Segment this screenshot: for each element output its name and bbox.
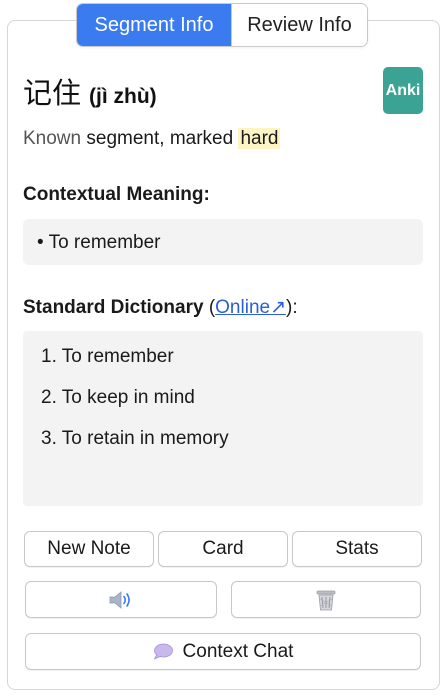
tab-bar: Segment Info Review Info (76, 3, 368, 47)
card-button[interactable]: Card (158, 531, 288, 567)
trash-icon (316, 590, 336, 610)
word-header: 记住 (jì zhù) (23, 70, 157, 112)
dictionary-paren-open: ( (203, 297, 216, 318)
context-chat-button[interactable]: Context Chat (25, 633, 421, 670)
tab-review-info[interactable]: Review Info (230, 4, 367, 46)
stats-button[interactable]: Stats (292, 531, 422, 567)
tab-segment-info[interactable]: Segment Info (77, 4, 231, 46)
anki-button[interactable]: Anki (383, 67, 423, 114)
play-audio-button[interactable] (25, 581, 217, 618)
contextual-meaning-box: • To remember (23, 219, 423, 265)
status-text: segment, marked (81, 128, 239, 149)
contextual-meaning-item: • To remember (37, 232, 161, 253)
segment-status: Known segment, marked hard (23, 128, 281, 150)
dictionary-definitions-box: 1. To remember 2. To keep in mind 3. To … (23, 331, 423, 506)
word-pinyin: (jì zhù) (89, 85, 157, 108)
dictionary-definition: 2. To keep in mind (41, 387, 195, 408)
new-note-button[interactable]: New Note (24, 531, 154, 567)
dictionary-heading: Standard Dictionary (Online↗): (23, 296, 298, 319)
dictionary-online-link[interactable]: Online↗ (215, 297, 286, 318)
status-hard-tag: hard (238, 128, 281, 149)
dictionary-definition: 3. To retain in memory (41, 428, 229, 449)
dictionary-paren-close: ): (286, 297, 298, 318)
speaker-icon (109, 590, 130, 609)
context-chat-label: Context Chat (182, 640, 294, 662)
contextual-meaning-heading: Contextual Meaning: (23, 184, 210, 205)
dictionary-definition: 1. To remember (41, 346, 174, 367)
delete-button[interactable] (231, 581, 421, 618)
status-known: Known (23, 128, 82, 149)
word-hanzi: 记住 (23, 76, 82, 110)
dictionary-heading-label: Standard Dictionary (23, 297, 204, 318)
chat-bubble-icon (153, 643, 173, 660)
